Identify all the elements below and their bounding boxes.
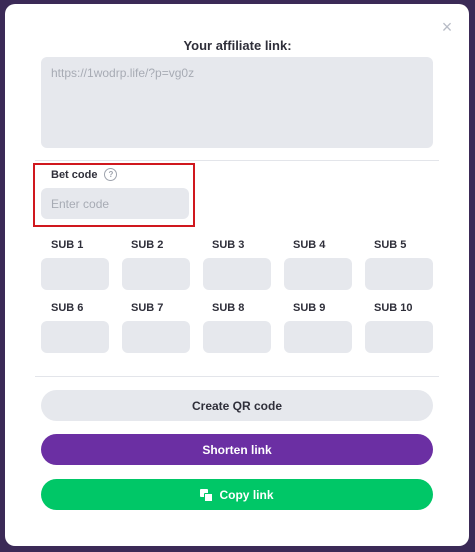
copy-link-button[interactable]: Copy link: [41, 479, 433, 510]
sub4-input[interactable]: [284, 258, 352, 290]
sub5-input[interactable]: [365, 258, 433, 290]
sub-label: SUB 10: [374, 302, 413, 314]
sub-label: SUB 2: [131, 239, 164, 251]
close-icon[interactable]: ×: [440, 18, 454, 36]
sub-label: SUB 9: [293, 302, 326, 314]
copy-icon: [200, 488, 214, 502]
sub2-input[interactable]: [122, 258, 190, 290]
sub3-input[interactable]: [203, 258, 271, 290]
shorten-link-label: Shorten link: [202, 442, 272, 457]
modal-title: Your affiliate link:: [183, 38, 292, 53]
create-qr-code-label: Create QR code: [191, 398, 283, 413]
bet-code-label-text: Bet code: [51, 168, 98, 181]
affiliate-link-field[interactable]: https://1wodrp.life/?p=vg0z: [41, 57, 433, 148]
sub-label: SUB 6: [51, 302, 84, 314]
create-qr-code-button[interactable]: Create QR code: [41, 390, 433, 421]
sub-label: SUB 3: [212, 239, 245, 251]
sub-label: SUB 1: [51, 239, 84, 251]
sub8-input[interactable]: [203, 321, 271, 353]
sub9-input[interactable]: [284, 321, 352, 353]
bet-code-input[interactable]: [41, 188, 189, 219]
divider: [35, 160, 439, 161]
sub-label: SUB 8: [212, 302, 245, 314]
sub7-input[interactable]: [122, 321, 190, 353]
shorten-link-button[interactable]: Shorten link: [41, 434, 433, 465]
sub1-input[interactable]: [41, 258, 109, 290]
sub-label: SUB 7: [131, 302, 164, 314]
sub6-input[interactable]: [41, 321, 109, 353]
sub-label: SUB 4: [293, 239, 326, 251]
sub10-input[interactable]: [365, 321, 433, 353]
sub-label: SUB 5: [374, 239, 407, 251]
question-circle-icon[interactable]: ?: [104, 168, 118, 181]
copy-link-label: Copy link: [219, 487, 274, 502]
bet-code-label: Bet code ?: [51, 168, 118, 181]
divider: [35, 376, 439, 377]
